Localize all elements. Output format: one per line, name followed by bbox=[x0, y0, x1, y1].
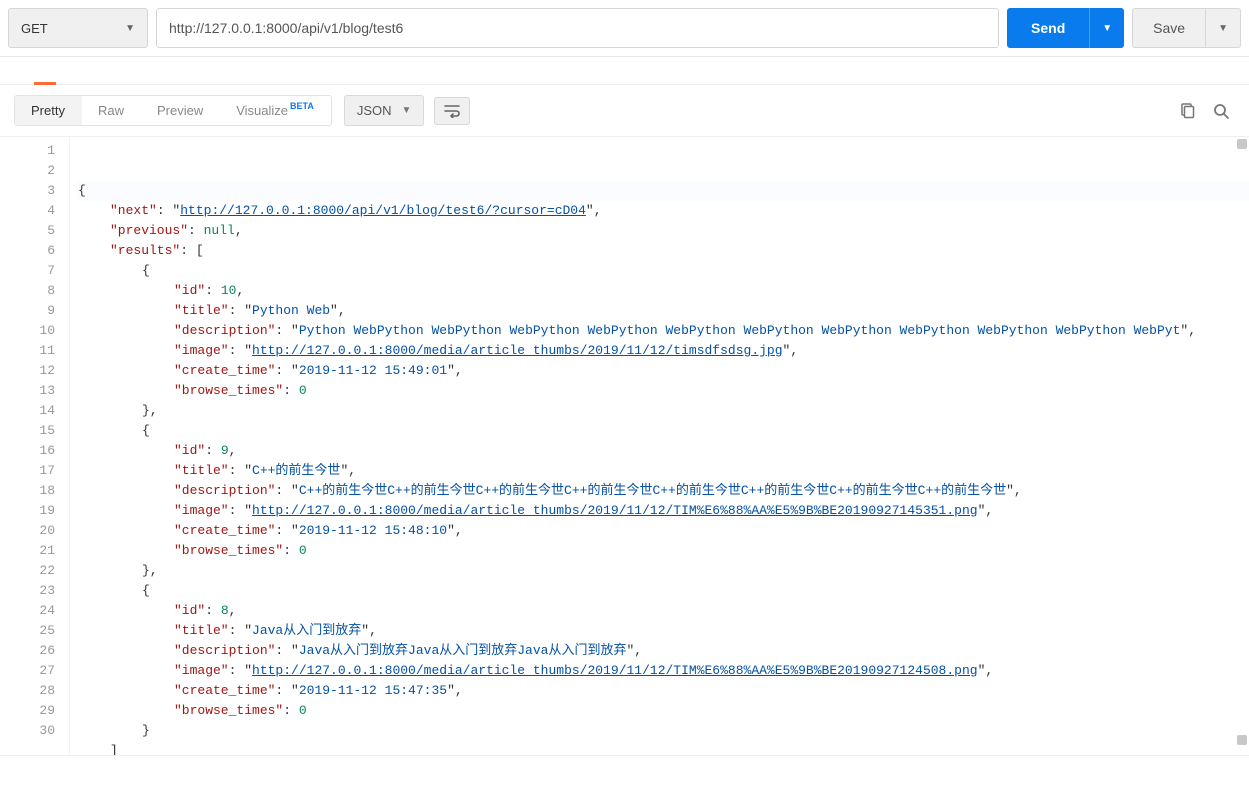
search-button[interactable] bbox=[1207, 97, 1235, 125]
response-toolbar: Pretty Raw Preview VisualizeBETA JSON ▼ bbox=[0, 85, 1249, 136]
scrollbar-thumb-top[interactable] bbox=[1237, 139, 1247, 149]
line-number-gutter: 1234567891011121314151617181920212223242… bbox=[0, 137, 70, 755]
chevron-down-icon: ▼ bbox=[125, 23, 135, 34]
save-button[interactable]: Save bbox=[1132, 8, 1205, 48]
send-button-group: Send ▼ bbox=[1007, 8, 1124, 48]
http-method-select[interactable]: GET ▼ bbox=[8, 8, 148, 48]
request-bar: GET ▼ Send ▼ Save ▼ bbox=[0, 0, 1249, 57]
url-input[interactable] bbox=[156, 8, 999, 48]
view-tabs: Pretty Raw Preview VisualizeBETA bbox=[14, 95, 332, 126]
scrollbar-thumb-bottom[interactable] bbox=[1237, 735, 1247, 745]
save-button-group: Save ▼ bbox=[1132, 8, 1241, 48]
response-body-code[interactable]: {"next": "http://127.0.0.1:8000/api/v1/b… bbox=[70, 137, 1249, 755]
tab-preview[interactable]: Preview bbox=[141, 96, 220, 125]
send-dropdown-button[interactable]: ▼ bbox=[1089, 8, 1124, 48]
send-button[interactable]: Send bbox=[1007, 8, 1089, 48]
tab-raw[interactable]: Raw bbox=[82, 96, 141, 125]
wrap-icon bbox=[444, 104, 460, 118]
tab-visualize-label: Visualize bbox=[236, 103, 288, 118]
chevron-down-icon: ▼ bbox=[402, 105, 412, 116]
tab-visualize[interactable]: VisualizeBETA bbox=[220, 96, 331, 125]
tab-indicator-strip bbox=[0, 57, 1249, 85]
http-method-value: GET bbox=[21, 21, 48, 36]
tab-pretty[interactable]: Pretty bbox=[15, 96, 82, 125]
wrap-lines-button[interactable] bbox=[434, 97, 470, 125]
search-icon bbox=[1213, 103, 1229, 119]
response-body-area: 1234567891011121314151617181920212223242… bbox=[0, 136, 1249, 756]
copy-icon bbox=[1179, 103, 1195, 119]
copy-button[interactable] bbox=[1173, 97, 1201, 125]
save-dropdown-button[interactable]: ▼ bbox=[1205, 8, 1241, 48]
beta-badge: BETA bbox=[290, 101, 314, 111]
format-select[interactable]: JSON ▼ bbox=[344, 95, 425, 126]
format-value: JSON bbox=[357, 103, 392, 118]
